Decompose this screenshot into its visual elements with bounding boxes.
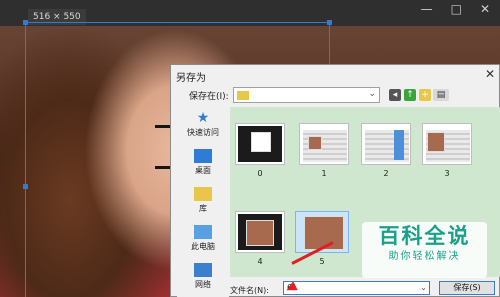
up-folder-icon[interactable]: ↑: [404, 89, 416, 101]
view-menu-icon[interactable]: ▤: [433, 89, 449, 101]
place-network[interactable]: 网络: [177, 263, 229, 290]
watermark-title: 百科全说: [378, 224, 471, 248]
file-thumbnail[interactable]: [422, 123, 472, 165]
places-bar: ★ 快速访问 桌面 库 此电脑 网络: [177, 107, 229, 297]
desktop-icon: [194, 149, 212, 163]
filename-input[interactable]: 6 ⌄: [283, 281, 430, 295]
close-window-button[interactable]: ✕: [480, 2, 490, 16]
filename-label: 文件名(N):: [230, 286, 269, 295]
save-in-dropdown[interactable]: ⌄: [233, 87, 380, 103]
file-thumbnail[interactable]: [235, 211, 285, 253]
place-quick-access[interactable]: ★ 快速访问: [177, 111, 229, 138]
resize-handle[interactable]: [23, 20, 28, 25]
watermark-subtitle: 助你轻松解决: [388, 251, 461, 262]
chevron-down-icon: ⌄: [368, 89, 376, 99]
selection-right-edge: [329, 22, 330, 64]
file-name: 2: [383, 169, 389, 178]
watermark-logo: 百科全说 助你轻松解决: [362, 222, 487, 278]
place-label: 网络: [195, 280, 211, 289]
minimize-button[interactable]: —: [421, 2, 433, 16]
selection-top-edge: [25, 22, 330, 23]
place-label: 此电脑: [191, 242, 215, 251]
resize-handle[interactable]: [23, 184, 28, 189]
place-library[interactable]: 库: [177, 187, 229, 214]
place-label: 桌面: [195, 166, 211, 175]
place-label: 快速访问: [187, 128, 219, 137]
back-icon[interactable]: ◂: [389, 89, 401, 101]
selection-left-edge: [25, 22, 26, 297]
place-this-pc[interactable]: 此电脑: [177, 225, 229, 252]
file-thumbnail[interactable]: [299, 123, 349, 165]
network-icon: [194, 263, 212, 277]
file-name: 3: [444, 169, 450, 178]
chevron-down-icon: ⌄: [420, 283, 427, 292]
file-name: 4: [257, 257, 263, 266]
file-thumbnail[interactable]: [361, 123, 411, 165]
resize-handle[interactable]: [327, 20, 332, 25]
window-controls: — □ ✕: [421, 2, 490, 16]
dialog-title: 另存为: [176, 73, 206, 84]
maximize-button[interactable]: □: [451, 2, 462, 16]
folder-icon: [237, 91, 249, 100]
file-thumbnail[interactable]: [235, 123, 285, 165]
computer-icon: [194, 225, 212, 239]
place-label: 库: [199, 204, 207, 213]
library-icon: [194, 187, 212, 201]
file-name: 0: [257, 169, 263, 178]
star-icon: ★: [196, 110, 210, 126]
save-button[interactable]: 保存(S): [439, 281, 495, 295]
dialog-close-button[interactable]: ✕: [485, 67, 495, 81]
place-desktop[interactable]: 桌面: [177, 149, 229, 176]
file-name: 1: [321, 169, 327, 178]
save-in-label: 保存在(I):: [189, 92, 229, 102]
new-folder-icon[interactable]: +: [419, 89, 431, 101]
